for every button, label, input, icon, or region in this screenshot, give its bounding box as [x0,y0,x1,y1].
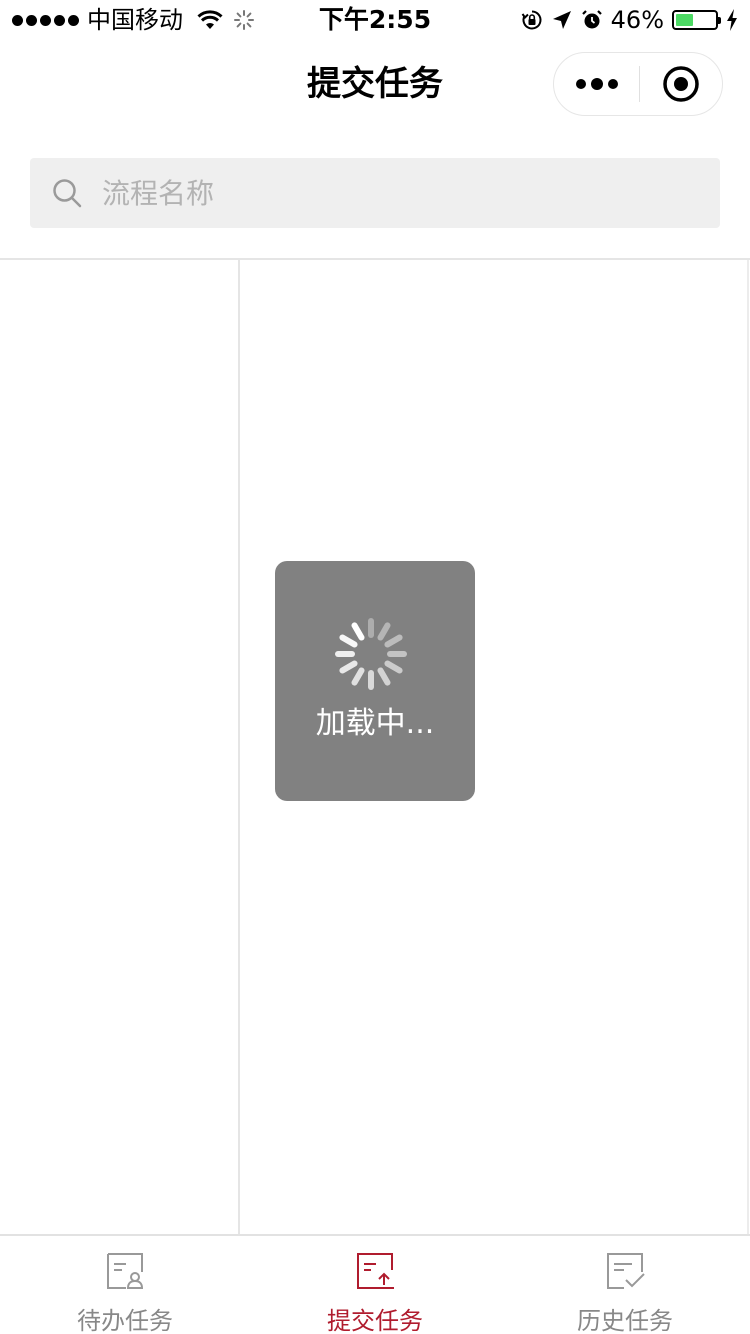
more-dots-icon[interactable] [554,52,639,116]
search-bar[interactable] [30,158,720,228]
spinner-spoke [384,634,403,648]
location-arrow-icon [552,11,571,29]
close-target-icon[interactable] [640,52,722,116]
tab-submit-label: 提交任务 [327,1307,423,1334]
submit-task-icon [357,1253,394,1289]
search-input[interactable] [102,176,682,210]
tab-history-label: 历史任务 [577,1307,673,1334]
nav-bar: 提交任务 [0,40,750,128]
status-right: 46% [521,6,738,34]
tab-submit[interactable]: 提交任务 [250,1236,500,1334]
tab-history[interactable]: 历史任务 [500,1236,750,1334]
spinner-spoke [351,667,365,686]
loading-text: 加载中... [315,706,435,741]
spinner-spoke [351,622,365,641]
tab-todo[interactable]: 待办任务 [0,1236,250,1334]
more-dots-glyph [575,78,618,90]
search-icon [53,179,82,208]
battery-percent: 46% [610,6,664,34]
tab-bar: 待办任务 提交任务 历史任务 [0,1234,750,1334]
loading-spinner-icon [335,618,407,690]
spinner-spoke [339,660,358,674]
spinner-spoke [377,622,391,641]
spinner-spoke [377,667,391,686]
alarm-icon [581,10,602,29]
tab-todo-label: 待办任务 [77,1307,173,1334]
battery-icon [672,10,721,30]
close-target-glyph [663,66,699,102]
history-task-icon [607,1253,645,1289]
spinner-spoke [339,634,358,648]
right-edge-line [747,260,749,1234]
battery-fill [676,14,694,26]
spinner-spoke [384,660,403,674]
todo-task-icon [107,1253,144,1289]
status-bar: 中国移动 下午2:55 46% [0,0,750,40]
orientation-lock-icon [521,10,542,30]
category-list-pane[interactable] [0,260,239,1234]
charging-bolt-icon [727,9,737,31]
mini-program-capsule [553,52,723,116]
